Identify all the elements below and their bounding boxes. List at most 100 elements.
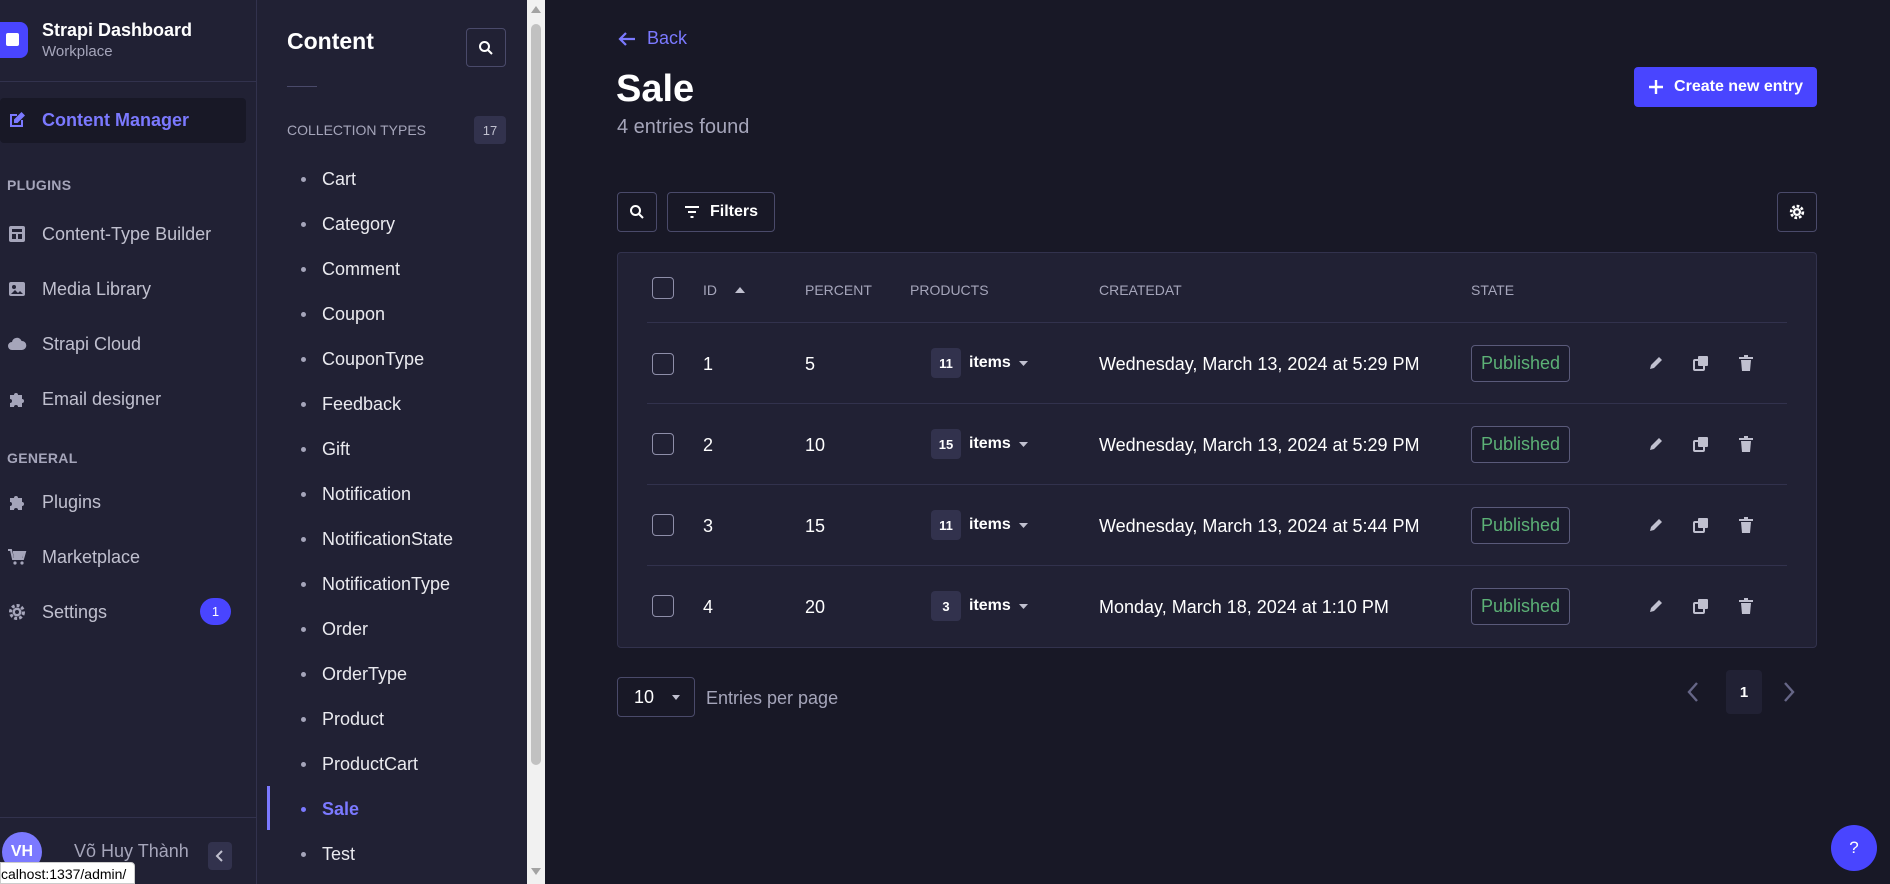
- chevron-down-icon: [672, 695, 680, 700]
- row-checkbox[interactable]: [652, 514, 674, 536]
- products-dropdown[interactable]: 3 items: [931, 591, 1028, 621]
- subnav-search-button[interactable]: [466, 28, 506, 67]
- create-new-entry-button[interactable]: Create new entry: [1634, 67, 1817, 107]
- search-button[interactable]: [617, 192, 657, 232]
- layout-icon: [6, 223, 28, 245]
- subnav-item-notificationstate[interactable]: NotificationState: [301, 524, 453, 554]
- subnav-item-notification[interactable]: Notification: [301, 479, 411, 509]
- subnav-item-product[interactable]: Product: [301, 704, 384, 734]
- column-header-createdat[interactable]: CREATEDAT: [1099, 282, 1182, 298]
- subnav-item-comment[interactable]: Comment: [301, 254, 400, 284]
- select-all-checkbox[interactable]: [652, 277, 674, 299]
- nav-plugins[interactable]: Plugins: [0, 482, 250, 522]
- active-item-indicator: [267, 786, 270, 830]
- duplicate-button[interactable]: [1691, 434, 1711, 454]
- nav-label: Settings: [42, 601, 108, 622]
- status-bar-url: calhost:1337/admin/: [0, 862, 136, 884]
- main-navigation: Strapi Dashboard Workplace Content Manag…: [0, 0, 257, 884]
- pen-to-square-icon: [6, 109, 28, 131]
- current-page-button[interactable]: 1: [1726, 670, 1762, 714]
- search-icon: [630, 205, 644, 219]
- nav-strapi-cloud[interactable]: Strapi Cloud: [0, 324, 250, 364]
- subnav-item-feedback[interactable]: Feedback: [301, 389, 401, 419]
- cell-id: 1: [703, 354, 714, 374]
- products-dropdown[interactable]: 11 items: [931, 348, 1028, 378]
- brand-header: Strapi Dashboard Workplace: [0, 0, 256, 82]
- nav-email-designer[interactable]: Email designer: [0, 379, 250, 419]
- products-dropdown[interactable]: 11 items: [931, 510, 1028, 540]
- items-label: items: [969, 435, 1011, 452]
- subnav-item-cart[interactable]: Cart: [301, 164, 356, 194]
- products-count: 15: [931, 429, 961, 459]
- nav-label: Email designer: [42, 388, 162, 409]
- page-title: Sale: [616, 68, 695, 110]
- plugins-section-heading: PLUGINS: [7, 177, 72, 193]
- delete-button[interactable]: [1736, 353, 1756, 373]
- pencil-icon: [1650, 600, 1662, 612]
- cell-percent: 20: [805, 597, 826, 617]
- previous-page-button[interactable]: [1686, 681, 1700, 703]
- scrollbar-thumb[interactable]: [531, 24, 541, 765]
- subnav-item-sale[interactable]: Sale: [301, 794, 359, 824]
- table-settings-button[interactable]: [1777, 192, 1817, 232]
- status-badge: Published: [1471, 345, 1570, 382]
- filters-button[interactable]: Filters: [667, 192, 775, 232]
- nav-marketplace[interactable]: Marketplace: [0, 537, 250, 577]
- entries-per-page-select[interactable]: 10: [617, 677, 695, 717]
- edit-button[interactable]: [1646, 434, 1666, 454]
- subnav-item-coupon[interactable]: Coupon: [301, 299, 385, 329]
- subnav-item-gift[interactable]: Gift: [301, 434, 350, 464]
- nav-content-manager[interactable]: Content Manager: [0, 100, 250, 140]
- collection-types-heading: Collection Types: [287, 122, 427, 138]
- subnav-item-notificationtype[interactable]: NotificationType: [301, 569, 450, 599]
- cloud-icon: [6, 333, 28, 355]
- nav-label: Content-Type Builder: [42, 223, 212, 244]
- duplicate-button[interactable]: [1691, 353, 1711, 373]
- collapse-nav-button[interactable]: [208, 842, 232, 870]
- divider: [287, 86, 317, 87]
- items-label: items: [969, 354, 1011, 371]
- row-checkbox[interactable]: [652, 353, 674, 375]
- edit-button[interactable]: [1646, 353, 1666, 373]
- delete-button[interactable]: [1736, 515, 1756, 535]
- duplicate-button[interactable]: [1691, 515, 1711, 535]
- delete-button[interactable]: [1736, 434, 1756, 454]
- row-checkbox[interactable]: [652, 595, 674, 617]
- chevron-left-icon: [1687, 682, 1698, 702]
- column-label: ID: [703, 282, 717, 298]
- subnav-item-coupontype[interactable]: CouponType: [301, 344, 424, 374]
- cell-createdat: Monday, March 18, 2024 at 1:10 PM: [1099, 597, 1389, 617]
- arrow-left-icon: [618, 31, 635, 46]
- subnav-item-order[interactable]: Order: [301, 614, 368, 644]
- nav-label: Plugins: [42, 491, 102, 512]
- brand-title: Strapi Dashboard: [42, 20, 193, 40]
- puzzle-icon: [6, 388, 28, 410]
- nav-media-library[interactable]: Media Library: [0, 269, 250, 309]
- back-link[interactable]: Back: [617, 28, 687, 49]
- delete-button[interactable]: [1736, 596, 1756, 616]
- subnav-item-ordertype[interactable]: OrderType: [301, 659, 407, 689]
- content-subnav: Content Collection Types 17 Cart Categor…: [257, 0, 527, 884]
- cell-percent: 15: [805, 516, 826, 536]
- help-button[interactable]: ?: [1831, 825, 1877, 871]
- column-header-percent[interactable]: PERCENT: [805, 282, 872, 298]
- pencil-icon: [1650, 519, 1662, 531]
- user-name[interactable]: Võ Huy Thành: [74, 841, 189, 862]
- edit-button[interactable]: [1646, 596, 1666, 616]
- trash-icon: [1739, 598, 1753, 614]
- edit-button[interactable]: [1646, 515, 1666, 535]
- products-dropdown[interactable]: 15 items: [931, 429, 1028, 459]
- subnav-item-test[interactable]: Test: [301, 839, 355, 869]
- scroll-up-arrow-icon[interactable]: [531, 6, 541, 13]
- row-checkbox[interactable]: [652, 433, 674, 455]
- subnav-item-category[interactable]: Category: [301, 209, 395, 239]
- scroll-down-arrow-icon[interactable]: [531, 868, 541, 875]
- next-page-button[interactable]: [1782, 681, 1796, 703]
- entries-count: 4 entries found: [617, 116, 750, 138]
- search-icon: [479, 40, 493, 55]
- subnav-item-productcart[interactable]: ProductCart: [301, 749, 418, 779]
- column-header-id[interactable]: ID: [703, 282, 745, 298]
- nav-content-type-builder[interactable]: Content-Type Builder: [0, 214, 250, 254]
- per-page-value: 10: [634, 686, 655, 707]
- duplicate-button[interactable]: [1691, 596, 1711, 616]
